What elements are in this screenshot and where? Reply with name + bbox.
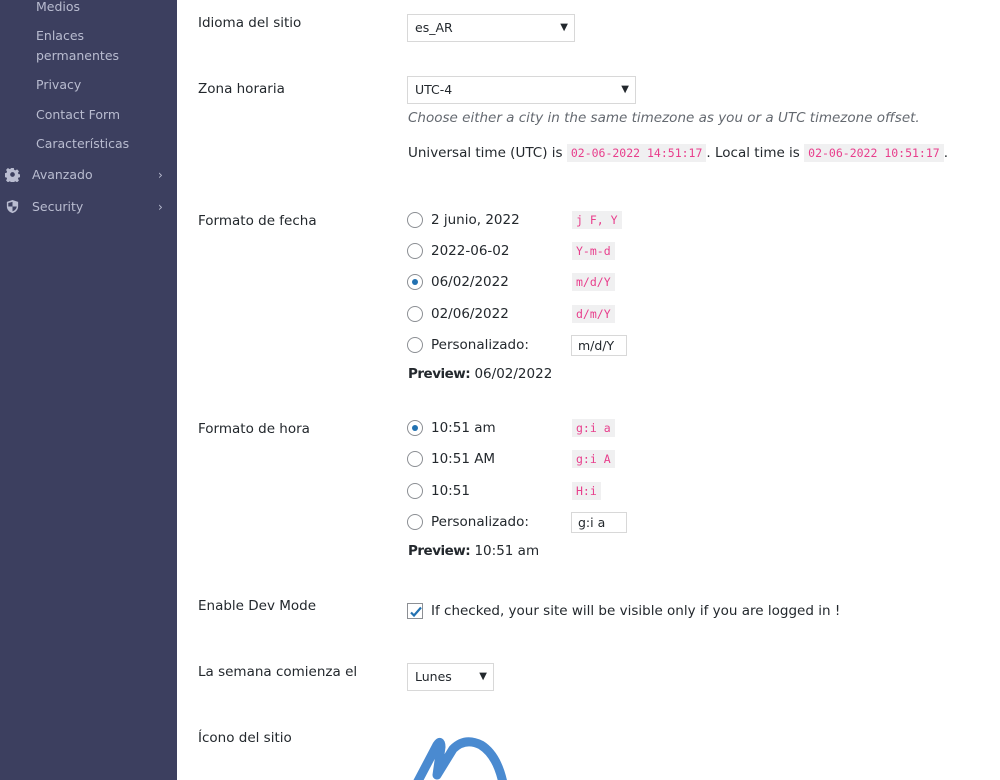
dev-mode-label: Enable Dev Mode	[198, 598, 317, 614]
date-format-custom-input[interactable]: m/d/Y	[571, 335, 627, 356]
option-text: 10:51 AM	[431, 451, 496, 467]
chevron-down-icon: ▼	[560, 22, 568, 33]
time-format-custom-input[interactable]: g:i a	[571, 512, 627, 533]
site-logo-icon	[413, 737, 507, 780]
shield-icon	[5, 199, 20, 214]
date-format-custom-option[interactable]: Personalizado: m/d/Y	[407, 335, 627, 356]
preview-label: Preview:	[408, 366, 471, 382]
time-format-option[interactable]: 10:51 am g:i a	[407, 418, 615, 438]
option-text: 2 junio, 2022	[431, 212, 520, 228]
format-code: m/d/Y	[572, 273, 615, 291]
site-language-label: Idioma del sitio	[198, 15, 302, 31]
site-icon-label: Ícono del sitio	[198, 730, 292, 746]
timezone-label: Zona horaria	[198, 81, 285, 97]
site-icon-image[interactable]	[405, 735, 515, 780]
option-text: 06/02/2022	[431, 274, 509, 290]
chevron-down-icon: ▼	[621, 84, 629, 95]
option-text: 10:51 am	[431, 420, 496, 436]
radio-button[interactable]	[407, 483, 423, 499]
date-format-label: Formato de fecha	[198, 213, 317, 229]
week-start-value: Lunes	[415, 669, 452, 684]
radio-button[interactable]	[407, 451, 423, 467]
dev-mode-description: If checked, your site will be visible on…	[431, 603, 841, 619]
date-format-preview: Preview: 06/02/2022	[408, 364, 552, 384]
sidebar-item-avanzado[interactable]: Avanzado ›	[0, 164, 177, 186]
sidebar-item-label: Avanzado	[32, 167, 93, 182]
radio-button[interactable]	[407, 243, 423, 259]
date-format-option[interactable]: 2 junio, 2022 j F, Y	[407, 210, 622, 230]
preview-value: 06/02/2022	[474, 366, 553, 382]
date-format-option[interactable]: 06/02/2022 m/d/Y	[407, 272, 615, 292]
sidebar-item-privacy[interactable]: Privacy	[36, 75, 81, 95]
radio-button[interactable]	[407, 306, 423, 322]
chevron-right-icon: ›	[158, 200, 163, 214]
preview-value: 10:51 am	[474, 543, 540, 559]
radio-button[interactable]	[407, 337, 423, 353]
sidebar-item-caracteristicas[interactable]: Características	[36, 134, 129, 154]
local-prefix: . Local time is	[706, 145, 800, 161]
timezone-value: UTC-4	[415, 82, 453, 97]
utc-time: 02-06-2022 14:51:17	[566, 144, 707, 162]
local-time: 02-06-2022 10:51:17	[804, 144, 944, 162]
sidebar-item-enlaces-permanentes[interactable]: Enlaces permanentes	[36, 26, 156, 66]
option-text: Personalizado:	[431, 514, 529, 530]
utc-prefix: Universal time (UTC) is	[408, 145, 563, 161]
date-format-option[interactable]: 2022-06-02 Y-m-d	[407, 241, 615, 261]
checkmark-icon	[410, 606, 422, 618]
timezone-select[interactable]: UTC-4 ▼	[407, 76, 636, 104]
time-suffix: .	[943, 145, 949, 161]
site-language-select[interactable]: es_AR ▼	[407, 14, 575, 42]
sidebar-item-medios[interactable]: Medios	[36, 0, 80, 17]
option-text: 10:51	[431, 483, 470, 499]
radio-button[interactable]	[407, 212, 423, 228]
format-code: Y-m-d	[572, 242, 615, 260]
sidebar-item-label: Security	[32, 199, 84, 214]
gear-icon	[4, 167, 21, 184]
format-code: H:i	[572, 482, 601, 500]
chevron-down-icon: ▼	[479, 671, 487, 682]
option-text: Personalizado:	[431, 337, 529, 353]
week-start-label: La semana comienza el	[198, 664, 358, 680]
radio-button-checked[interactable]	[407, 274, 423, 290]
week-start-select[interactable]: Lunes ▼	[407, 663, 494, 691]
timezone-description: Choose either a city in the same timezon…	[408, 110, 920, 126]
time-format-option[interactable]: 10:51 AM g:i A	[407, 449, 615, 469]
format-code: g:i A	[572, 450, 615, 468]
site-language-value: es_AR	[415, 20, 453, 35]
sidebar-item-contact-form[interactable]: Contact Form	[36, 105, 120, 125]
time-info: Universal time (UTC) is 02-06-2022 14:51…	[408, 143, 948, 163]
format-code: j F, Y	[572, 211, 622, 229]
time-format-custom-option[interactable]: Personalizado: g:i a	[407, 512, 627, 533]
time-format-preview: Preview: 10:51 am	[408, 541, 539, 561]
option-text: 2022-06-02	[431, 243, 510, 259]
chevron-right-icon: ›	[158, 168, 163, 182]
date-format-option[interactable]: 02/06/2022 d/m/Y	[407, 304, 615, 324]
sidebar-item-security[interactable]: Security ›	[0, 196, 177, 218]
radio-button[interactable]	[407, 514, 423, 530]
radio-button-checked[interactable]	[407, 420, 423, 436]
time-format-label: Formato de hora	[198, 421, 310, 437]
dev-mode-checkbox[interactable]	[407, 603, 423, 619]
option-text: 02/06/2022	[431, 306, 509, 322]
format-code: d/m/Y	[572, 305, 615, 323]
admin-sidebar: Medios Enlaces permanentes Privacy Conta…	[0, 0, 177, 780]
format-code: g:i a	[572, 419, 615, 437]
time-format-option[interactable]: 10:51 H:i	[407, 481, 601, 501]
preview-label: Preview:	[408, 543, 471, 559]
